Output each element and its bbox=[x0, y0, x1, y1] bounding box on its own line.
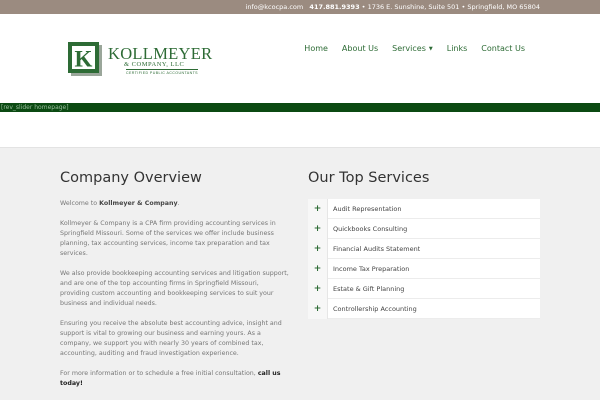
nav-services-label: Services bbox=[392, 44, 426, 53]
plus-icon: + bbox=[308, 279, 328, 299]
plus-icon: + bbox=[308, 199, 328, 219]
welcome-paragraph: Welcome to Kollmeyer & Company. bbox=[60, 199, 290, 209]
nav-contact-us[interactable]: Contact Us bbox=[474, 44, 532, 53]
nav-about-us[interactable]: About Us bbox=[335, 44, 385, 53]
nav-contact-label: Contact Us bbox=[481, 44, 525, 53]
service-label: Financial Audits Statement bbox=[333, 245, 421, 253]
phone-number[interactable]: 417.881.9393 bbox=[309, 3, 359, 11]
welcome-prefix: Welcome to bbox=[60, 200, 100, 207]
service-item[interactable]: + Income Tax Preparation bbox=[308, 259, 540, 279]
company-overview-section: Company Overview Welcome to Kollmeyer & … bbox=[60, 170, 290, 399]
logo-k-mark-icon: K bbox=[68, 42, 102, 76]
slider-area bbox=[0, 112, 600, 148]
nav-links-label: Links bbox=[446, 44, 468, 53]
service-item[interactable]: + Financial Audits Statement bbox=[308, 239, 540, 259]
logo-tagline: CERTIFIED PUBLIC ACCOUNTANTS bbox=[126, 69, 198, 75]
slider-placeholder: [rev_slider homepage] bbox=[0, 103, 600, 112]
top-services-section: Our Top Services + Audit Representation … bbox=[308, 170, 540, 319]
top-services-title: Our Top Services bbox=[308, 170, 430, 186]
plus-icon: + bbox=[308, 259, 328, 279]
overview-paragraph-1: Kollmeyer & Company is a CPA firm provid… bbox=[60, 220, 276, 257]
top-info-bar: info@kcocpa.com 417.881.9393 • 1736 E. S… bbox=[0, 0, 600, 14]
cta-prefix: For more information or to schedule a fr… bbox=[60, 370, 258, 377]
logo-subtitle: & COMPANY, LLC bbox=[124, 61, 185, 68]
site-header: K KOLLMEYER & COMPANY, LLC CERTIFIED PUB… bbox=[0, 14, 600, 103]
service-item[interactable]: + Quickbooks Consulting bbox=[308, 219, 540, 239]
service-label: Quickbooks Consulting bbox=[333, 225, 408, 233]
nav-home[interactable]: Home bbox=[297, 44, 335, 53]
nav-services[interactable]: Services ▼ bbox=[385, 44, 440, 53]
main-navigation: Home About Us Services ▼ Links Contact U… bbox=[297, 44, 532, 53]
plus-icon: + bbox=[308, 219, 328, 239]
service-label: Estate & Gift Planning bbox=[333, 285, 405, 293]
service-item[interactable]: + Controllership Accounting bbox=[308, 299, 540, 319]
welcome-suffix: . bbox=[177, 200, 180, 207]
company-overview-title: Company Overview bbox=[60, 170, 202, 186]
plus-icon: + bbox=[308, 239, 328, 259]
service-item[interactable]: + Audit Representation bbox=[308, 199, 540, 219]
overview-paragraph-2: We also provide bookkeeping accounting s… bbox=[60, 270, 289, 307]
email-link[interactable]: info@kcocpa.com bbox=[246, 3, 304, 11]
overview-paragraph-4: For more information or to schedule a fr… bbox=[60, 369, 290, 389]
service-label: Controllership Accounting bbox=[333, 305, 417, 313]
nav-about-label: About Us bbox=[341, 44, 379, 53]
nav-links[interactable]: Links bbox=[440, 44, 475, 53]
plus-icon: + bbox=[308, 299, 328, 319]
address-text: • 1736 E. Sunshine, Suite 501 • Springfi… bbox=[361, 3, 540, 11]
chevron-down-icon: ▼ bbox=[428, 45, 433, 52]
service-label: Income Tax Preparation bbox=[333, 265, 410, 273]
service-item[interactable]: + Estate & Gift Planning bbox=[308, 279, 540, 299]
services-list: + Audit Representation + Quickbooks Cons… bbox=[308, 199, 540, 319]
svg-text:K: K bbox=[75, 47, 93, 72]
nav-home-label: Home bbox=[304, 44, 328, 53]
service-label: Audit Representation bbox=[333, 205, 402, 213]
company-logo[interactable]: K KOLLMEYER & COMPANY, LLC CERTIFIED PUB… bbox=[68, 42, 228, 80]
overview-paragraph-3: Ensuring you receive the absolute best a… bbox=[60, 320, 282, 357]
welcome-company-name: Kollmeyer & Company bbox=[99, 200, 178, 207]
